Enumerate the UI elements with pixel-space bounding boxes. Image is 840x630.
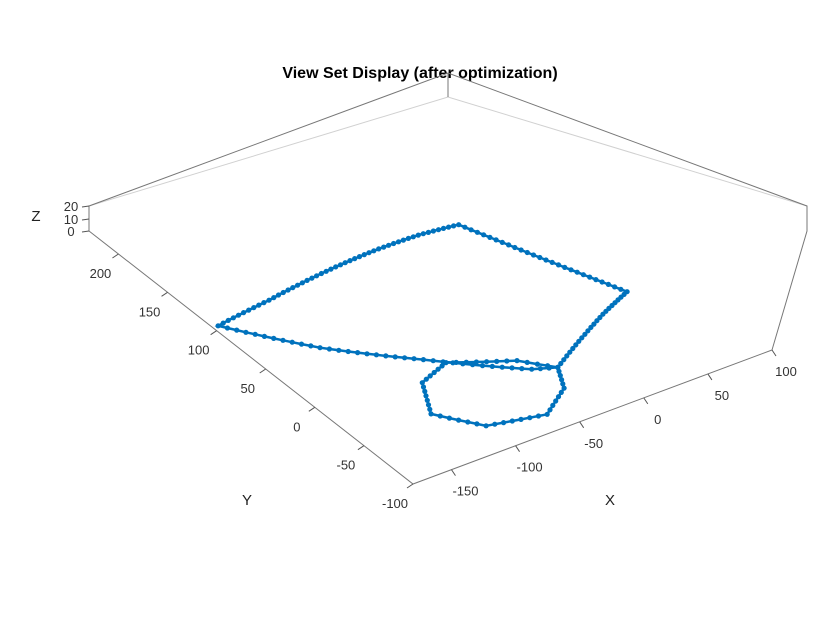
z-tick-label-2: 20 xyxy=(64,199,78,214)
x-tick-label-4: 50 xyxy=(715,388,729,403)
y-axis: -100 -50 0 50 100 150 200 Y xyxy=(90,254,413,511)
x-tick-label-5: 100 xyxy=(775,364,797,379)
box-back-top xyxy=(89,73,807,350)
y-tick-label-6: 200 xyxy=(90,266,112,281)
z-axis-label: Z xyxy=(31,208,40,225)
x-axis-label: X xyxy=(605,492,615,509)
y-tick-label-0: -100 xyxy=(382,496,408,511)
data-series xyxy=(216,222,630,428)
x-tick-label-0: -150 xyxy=(452,484,478,499)
chart-3d: View Set Display (after optimization) 0 … xyxy=(0,0,840,630)
y-tick-label-1: -50 xyxy=(337,458,356,473)
z-tick-1: 10 xyxy=(64,212,89,227)
y-tick-label-5: 150 xyxy=(139,304,161,319)
z-axis: 0 10 20 Z xyxy=(31,199,89,239)
z-tick-2: 20 xyxy=(64,199,89,214)
x-tick-label-2: -50 xyxy=(584,436,603,451)
x-axis: -150 -100 -50 0 50 100 X xyxy=(451,350,796,509)
y-tick-label-2: 0 xyxy=(293,419,300,434)
x-tick-label-3: 0 xyxy=(654,412,661,427)
y-axis-label: Y xyxy=(242,492,252,509)
y-tick-label-4: 100 xyxy=(188,343,210,358)
axes-box xyxy=(89,73,807,484)
x-tick-label-1: -100 xyxy=(517,460,543,475)
figure-container: View Set Display (after optimization) 0 … xyxy=(0,0,840,630)
box-ceiling xyxy=(89,97,807,206)
z-tick-label-1: 10 xyxy=(64,212,78,227)
chart-title: View Set Display (after optimization) xyxy=(282,65,557,82)
y-tick-label-3: 50 xyxy=(240,381,254,396)
